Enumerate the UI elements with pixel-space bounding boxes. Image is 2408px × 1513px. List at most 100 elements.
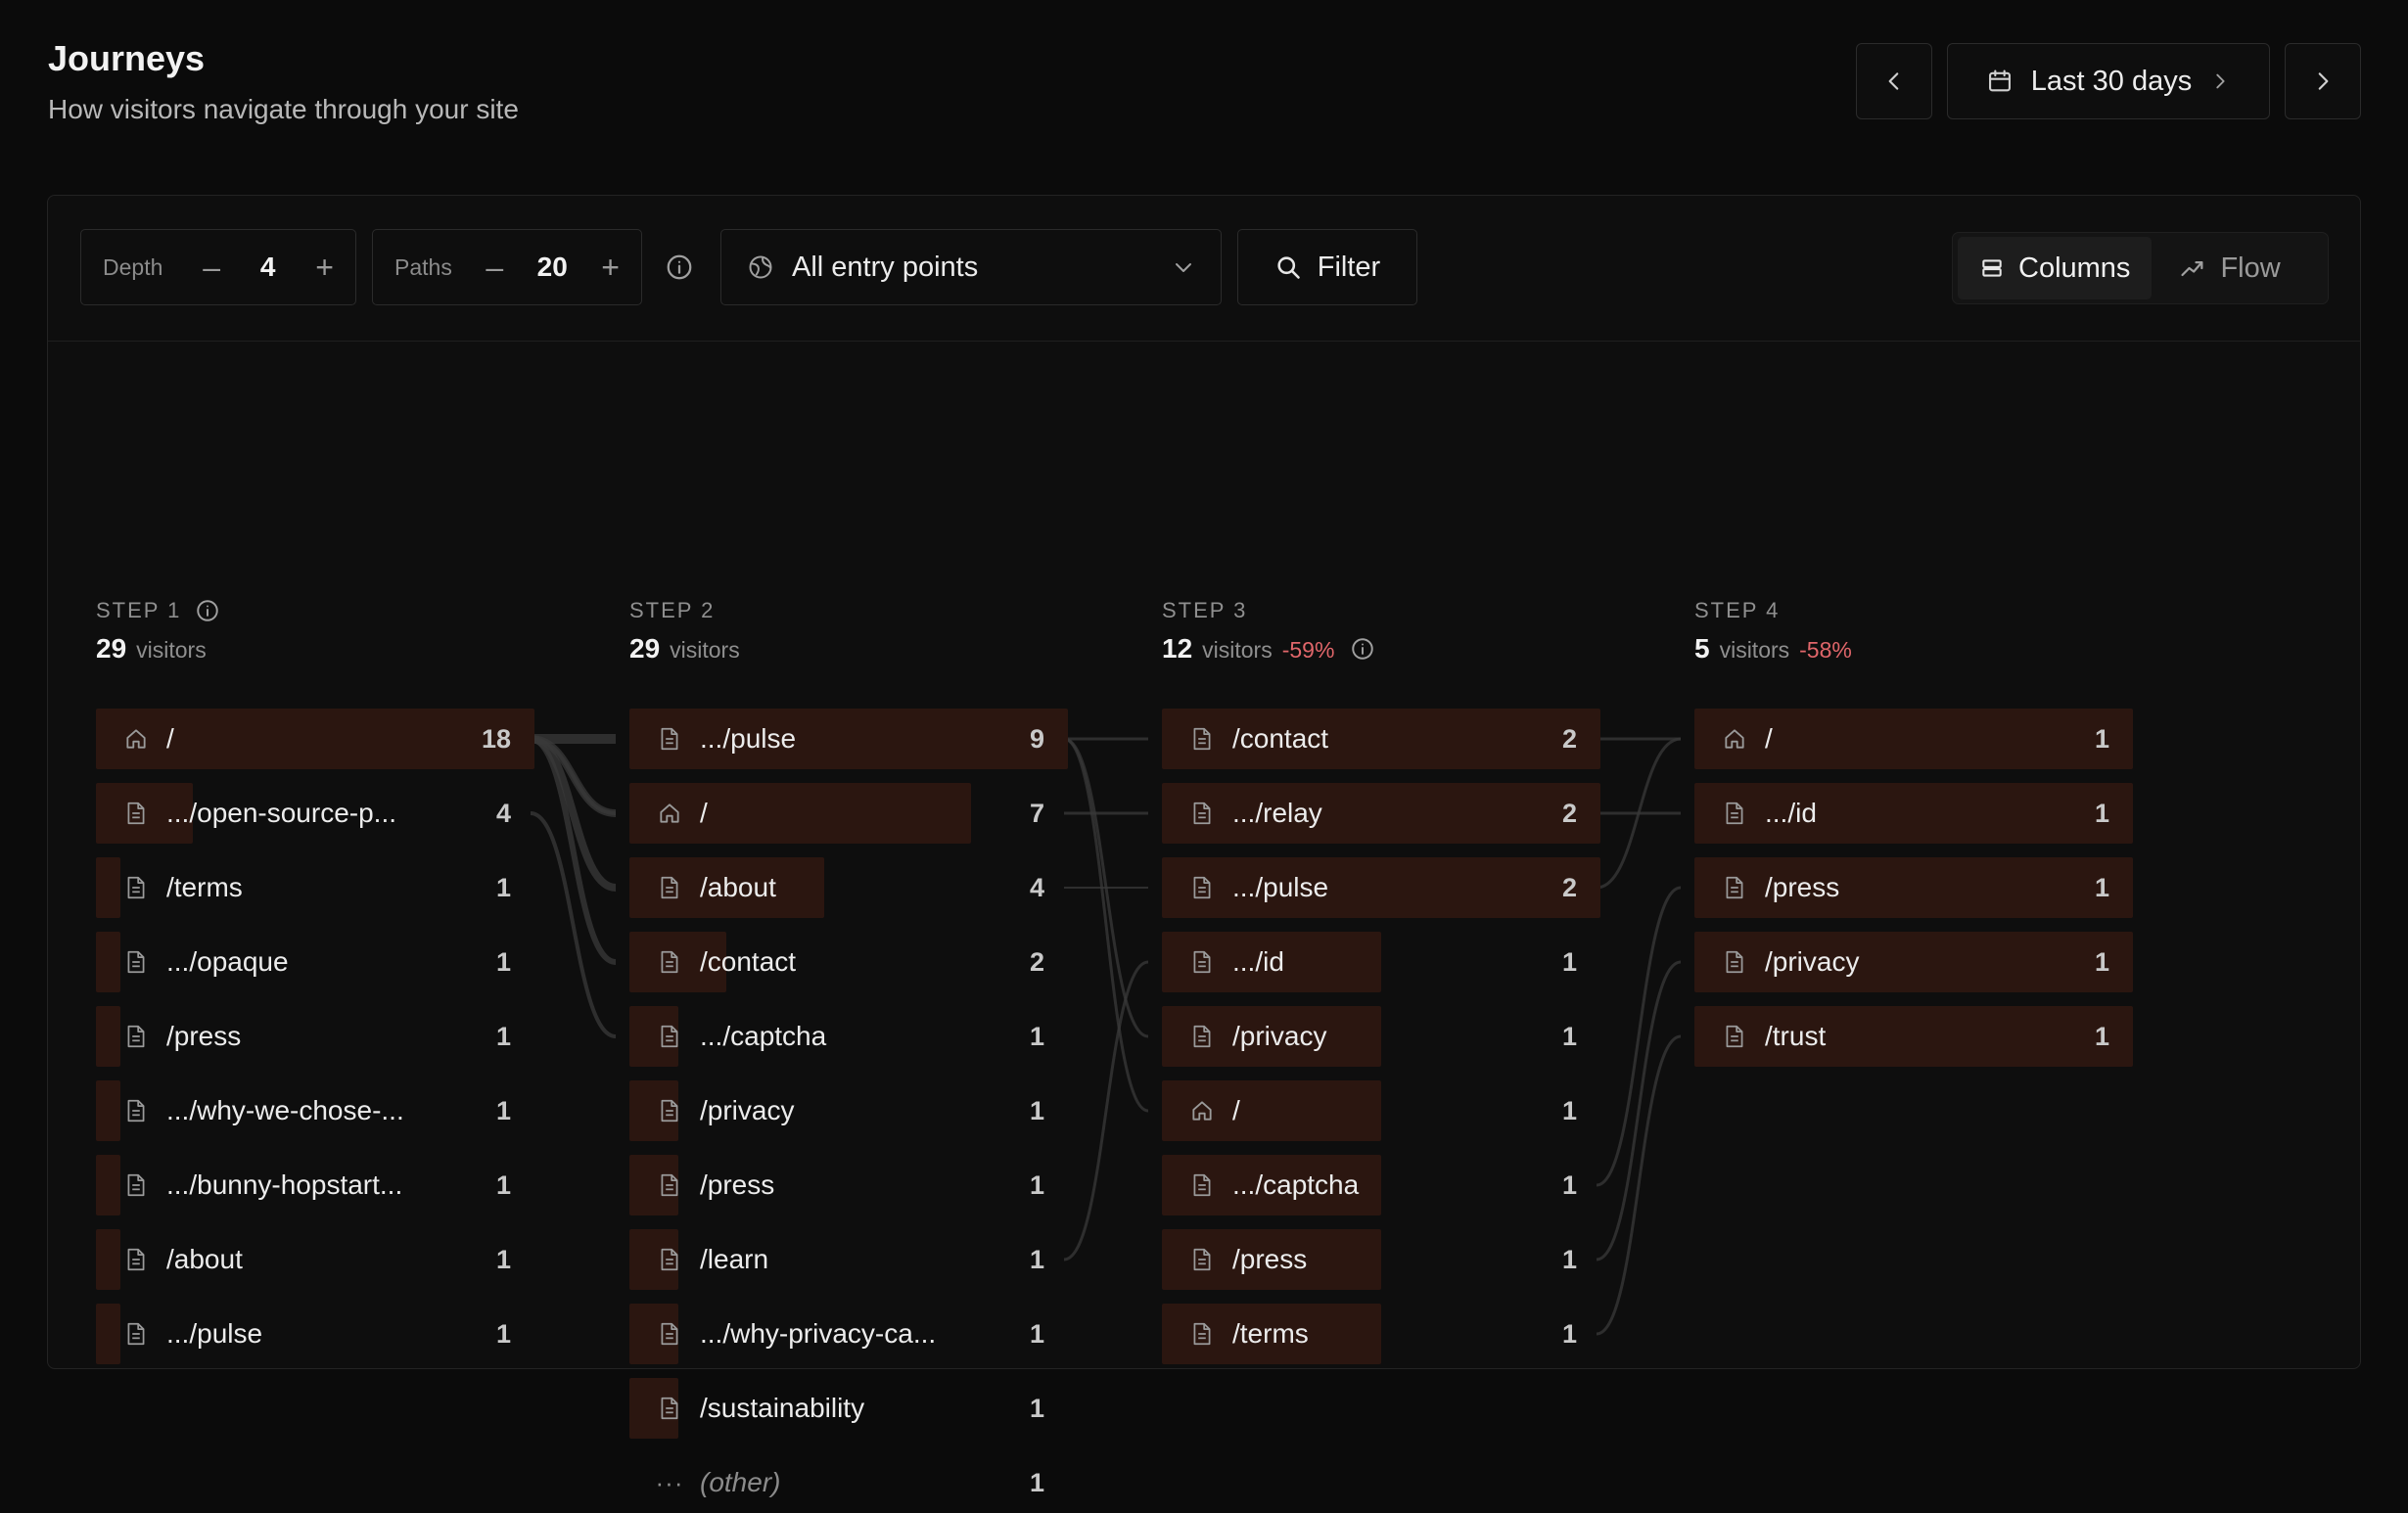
journey-node[interactable]: /sustainability 1 [629, 1378, 1068, 1439]
journey-node[interactable]: /press 1 [96, 1006, 534, 1067]
page-icon [655, 1245, 684, 1274]
journey-node[interactable]: /1 [1162, 1080, 1600, 1141]
node-path: .../pulse [700, 723, 797, 754]
journey-node[interactable]: /trust 1 [1694, 1006, 2133, 1067]
dropoff-percentage: -59% [1281, 637, 1335, 663]
node-count: 1 [1561, 1244, 1577, 1274]
journey-node[interactable]: .../open-source-p... 4 [96, 783, 534, 844]
visitors-label: visitors [670, 637, 740, 663]
node-path: /contact [1232, 723, 1329, 754]
journey-node[interactable]: ··· (other) 1 [629, 1452, 1068, 1513]
journey-node[interactable]: .../why-privacy-ca... 1 [629, 1304, 1068, 1364]
entry-points-select[interactable]: All entry points [720, 229, 1222, 305]
depth-value[interactable]: 4 [260, 252, 276, 283]
chevron-left-icon [1888, 72, 1899, 90]
columns-view-button[interactable]: Columns [1958, 237, 2153, 299]
node-count: 1 [1029, 1318, 1044, 1349]
page-icon [121, 1170, 151, 1200]
journey-node[interactable]: / 18 [96, 709, 534, 769]
node-path: /trust [1765, 1021, 1827, 1051]
journey-node[interactable]: .../pulse 9 [629, 709, 1068, 769]
search-icon [1277, 256, 1300, 279]
journey-node[interactable]: /privacy 1 [1694, 932, 2133, 992]
journey-node[interactable]: .../id 1 [1162, 932, 1600, 992]
node-count: 1 [1561, 1021, 1577, 1051]
journey-node[interactable]: .../bunny-hopstart... 1 [96, 1155, 534, 1215]
node-share-bar [96, 932, 121, 992]
node-path: .../why-privacy-ca... [700, 1318, 937, 1349]
depth-increase-button[interactable]: + [315, 252, 334, 283]
node-count: 1 [1561, 1095, 1577, 1125]
step-label: STEP 4 [1694, 596, 1852, 625]
journey-node[interactable]: /1 [1694, 709, 2133, 769]
previous-period-button[interactable] [1856, 43, 1932, 119]
journey-node[interactable]: /terms 1 [1162, 1304, 1600, 1364]
journey-node[interactable]: .../id 1 [1694, 783, 2133, 844]
step-header-1: STEP 1 29 visitors [96, 596, 220, 665]
next-period-button[interactable] [2285, 43, 2361, 119]
paths-label: Paths [394, 253, 452, 280]
node-count: 1 [1029, 1021, 1044, 1051]
journey-node[interactable]: /about 4 [629, 857, 1068, 918]
filter-button[interactable]: Filter [1237, 229, 1417, 305]
paths-stepper: Paths – 20 + [372, 229, 642, 305]
page-icon [121, 1319, 151, 1349]
step-header-3: STEP 3 12 visitors -59% [1162, 596, 1375, 665]
page-icon [121, 947, 151, 977]
journey-node[interactable]: /privacy 1 [629, 1080, 1068, 1141]
journey-node[interactable]: .../captcha 1 [1162, 1155, 1600, 1215]
node-count: 1 [1561, 1318, 1577, 1349]
node-path: /terms [166, 872, 243, 902]
node-path: .../id [1765, 798, 1817, 828]
journey-node[interactable]: .../why-we-chose-... 1 [96, 1080, 534, 1141]
depth-decrease-button[interactable]: – [203, 252, 220, 283]
journey-node[interactable]: /contact 2 [1162, 709, 1600, 769]
page-icon [1720, 947, 1749, 977]
info-icon[interactable] [665, 252, 694, 282]
node-count: 1 [1029, 1169, 1044, 1200]
journey-node[interactable]: /press 1 [629, 1155, 1068, 1215]
step-label-text: STEP 3 [1162, 598, 1248, 622]
journey-node[interactable]: .../captcha 1 [629, 1006, 1068, 1067]
calendar-icon [1988, 69, 2011, 92]
page-subtitle: How visitors navigate through your site [48, 94, 519, 124]
home-icon [655, 799, 684, 828]
date-range-button[interactable]: Last 30 days [1947, 43, 2270, 119]
page-icon [121, 873, 151, 902]
node-count: 9 [1029, 723, 1044, 754]
info-icon[interactable] [195, 598, 220, 623]
node-count: 1 [1029, 1393, 1044, 1423]
page-title: Journeys [48, 38, 206, 78]
journey-node[interactable]: .../relay 2 [1162, 783, 1600, 844]
node-count: 1 [2094, 723, 2109, 754]
journey-node[interactable]: /7 [629, 783, 1068, 844]
journey-node[interactable]: .../pulse 1 [96, 1304, 534, 1364]
page-icon [1187, 947, 1217, 977]
flow-view-button[interactable]: Flow [2157, 237, 2301, 299]
node-path: /press [700, 1169, 775, 1200]
node-path: (other) [700, 1467, 781, 1497]
node-count: 1 [495, 1244, 511, 1274]
step-label: STEP 2 [629, 596, 740, 625]
journey-node[interactable]: .../opaque 1 [96, 932, 534, 992]
paths-decrease-button[interactable]: – [486, 252, 503, 283]
journey-link [1063, 960, 1149, 1261]
depth-stepper: Depth – 4 + [80, 229, 356, 305]
journey-node[interactable]: /about 1 [96, 1229, 534, 1290]
journey-node[interactable]: .../pulse 2 [1162, 857, 1600, 918]
node-path: .../why-we-chose-... [166, 1095, 404, 1125]
paths-increase-button[interactable]: + [601, 252, 620, 283]
paths-value[interactable]: 20 [537, 252, 568, 283]
node-share-bar [96, 1304, 121, 1364]
journey-node[interactable]: /press 1 [1694, 857, 2133, 918]
journey-link [1063, 737, 1149, 1113]
node-path: /press [1765, 872, 1840, 902]
journey-node[interactable]: /privacy 1 [1162, 1006, 1600, 1067]
journey-node[interactable]: /press 1 [1162, 1229, 1600, 1290]
node-count: 1 [1029, 1244, 1044, 1274]
node-count: 2 [1561, 872, 1577, 902]
info-icon[interactable] [1350, 636, 1375, 662]
journey-node[interactable]: /contact 2 [629, 932, 1068, 992]
journey-node[interactable]: /terms 1 [96, 857, 534, 918]
journey-node[interactable]: /learn 1 [629, 1229, 1068, 1290]
